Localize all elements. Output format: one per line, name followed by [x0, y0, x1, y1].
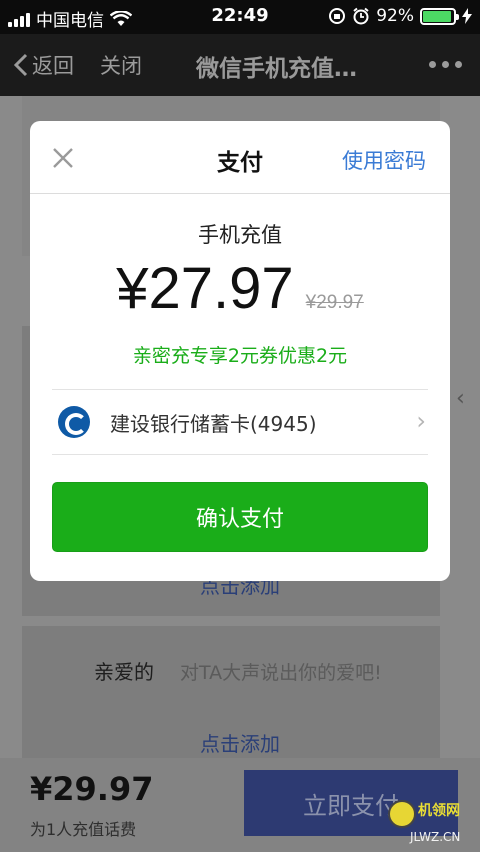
recipient-label: 亲爱的 [94, 660, 154, 684]
total-note: 为1人充值话费 [30, 820, 137, 839]
chevron-left-icon [14, 53, 28, 77]
amount-row: ¥27.97 ¥29.97 [30, 255, 450, 322]
payment-amount: ¥27.97 [116, 256, 294, 321]
charging-bolt-icon [462, 8, 472, 24]
bottom-bar: ¥29.97 为1人充值话费 立即支付 机领网 JLWZ.CN [0, 758, 480, 852]
more-dot-icon [429, 61, 436, 68]
payment-item-name: 手机充值 [198, 223, 282, 247]
ccb-bank-icon [58, 406, 90, 438]
confirm-payment-button[interactable]: 确认支付 [52, 482, 428, 552]
use-password-link[interactable]: 使用密码 [342, 145, 426, 175]
close-page-button[interactable]: 关闭 [100, 50, 142, 80]
orientation-lock-icon [329, 8, 346, 24]
promo-text: 亲密充专享2元券优惠2元 [132, 345, 348, 367]
chevron-right-icon: › [416, 407, 426, 435]
more-dot-icon [442, 61, 449, 68]
back-button[interactable]: 返回 [14, 50, 74, 80]
status-right: 92% [328, 6, 472, 26]
battery-percent: 92% [376, 6, 414, 26]
payment-card-selector[interactable]: 建设银行储蓄卡(4945) › [52, 389, 428, 455]
watermark: 机领网 JLWZ.CN [384, 798, 476, 850]
payment-dialog: 支付 使用密码 手机充值 ¥27.97 ¥29.97 亲密充专享2元券优惠2元 … [30, 121, 450, 581]
carousel-left-arrow-icon[interactable]: ‹ [456, 386, 465, 411]
back-label: 返回 [32, 54, 74, 78]
watermark-text: 机领网 [418, 803, 460, 819]
battery-icon [420, 7, 459, 25]
page-title: 微信手机充值… [196, 56, 357, 82]
total-price: ¥29.97 [30, 770, 154, 808]
more-dot-icon [455, 61, 462, 68]
message-input[interactable]: 对TA大声说出你的爱吧! [180, 658, 382, 685]
watermark-url: JLWZ.CN [410, 830, 461, 844]
add-recipient-button[interactable]: 点击添加 [0, 728, 480, 757]
card-name: 建设银行储蓄卡(4945) [110, 412, 317, 436]
battery-fill [423, 10, 451, 22]
nav-bar: 返回 关闭 微信手机充值… [0, 34, 480, 96]
more-menu-button[interactable] [429, 61, 462, 68]
watermark-logo-icon [388, 800, 416, 828]
alarm-icon [353, 7, 369, 25]
status-bar: 中国电信 22:49 92% [0, 0, 480, 34]
dialog-header: 支付 使用密码 [30, 121, 450, 194]
original-price: ¥29.97 [305, 292, 364, 313]
